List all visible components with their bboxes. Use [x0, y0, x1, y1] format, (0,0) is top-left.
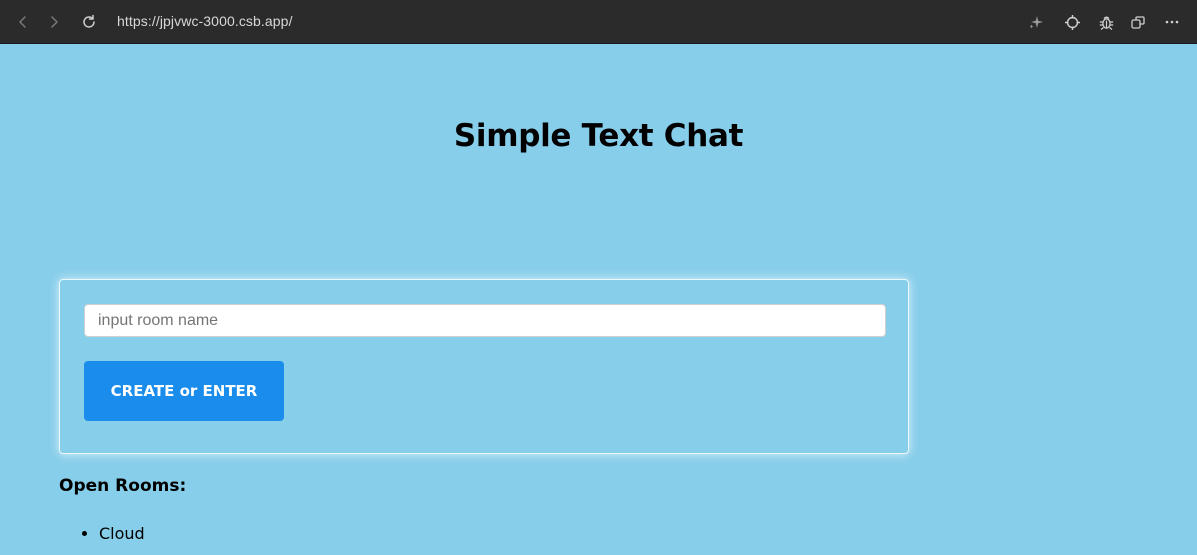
- open-new-window-button[interactable]: [1128, 12, 1148, 32]
- copilot-button[interactable]: [1026, 12, 1046, 32]
- new-window-icon: [1130, 15, 1145, 29]
- forward-icon: [51, 16, 58, 28]
- forward-button[interactable]: [41, 9, 67, 35]
- page-content: Simple Text Chat CREATE or ENTER Open Ro…: [0, 44, 1197, 555]
- reload-icon: [83, 14, 95, 28]
- sparkle-icon: [1029, 16, 1043, 29]
- back-button[interactable]: [10, 9, 36, 35]
- open-rooms-list: Cloud: [99, 524, 145, 544]
- browser-toolbar: https://jpjvwc-3000.csb.app/: [0, 0, 1197, 44]
- room-name-input[interactable]: [84, 304, 886, 337]
- reload-button[interactable]: [76, 9, 102, 35]
- room-form-card: CREATE or ENTER: [59, 279, 909, 454]
- address-bar-url[interactable]: https://jpjvwc-3000.csb.app/: [117, 13, 293, 29]
- room-list-item[interactable]: Cloud: [99, 524, 145, 544]
- more-icon: [1165, 20, 1179, 24]
- create-or-enter-button[interactable]: CREATE or ENTER: [84, 361, 284, 421]
- more-options-button[interactable]: [1162, 12, 1182, 32]
- bug-icon: [1099, 16, 1113, 30]
- page-title: Simple Text Chat: [453, 118, 744, 154]
- crosshair-icon: [1064, 14, 1080, 30]
- open-rooms-heading: Open Rooms:: [59, 476, 187, 496]
- inspect-button[interactable]: [1062, 12, 1082, 32]
- debug-button[interactable]: [1096, 12, 1116, 32]
- back-icon: [19, 16, 26, 28]
